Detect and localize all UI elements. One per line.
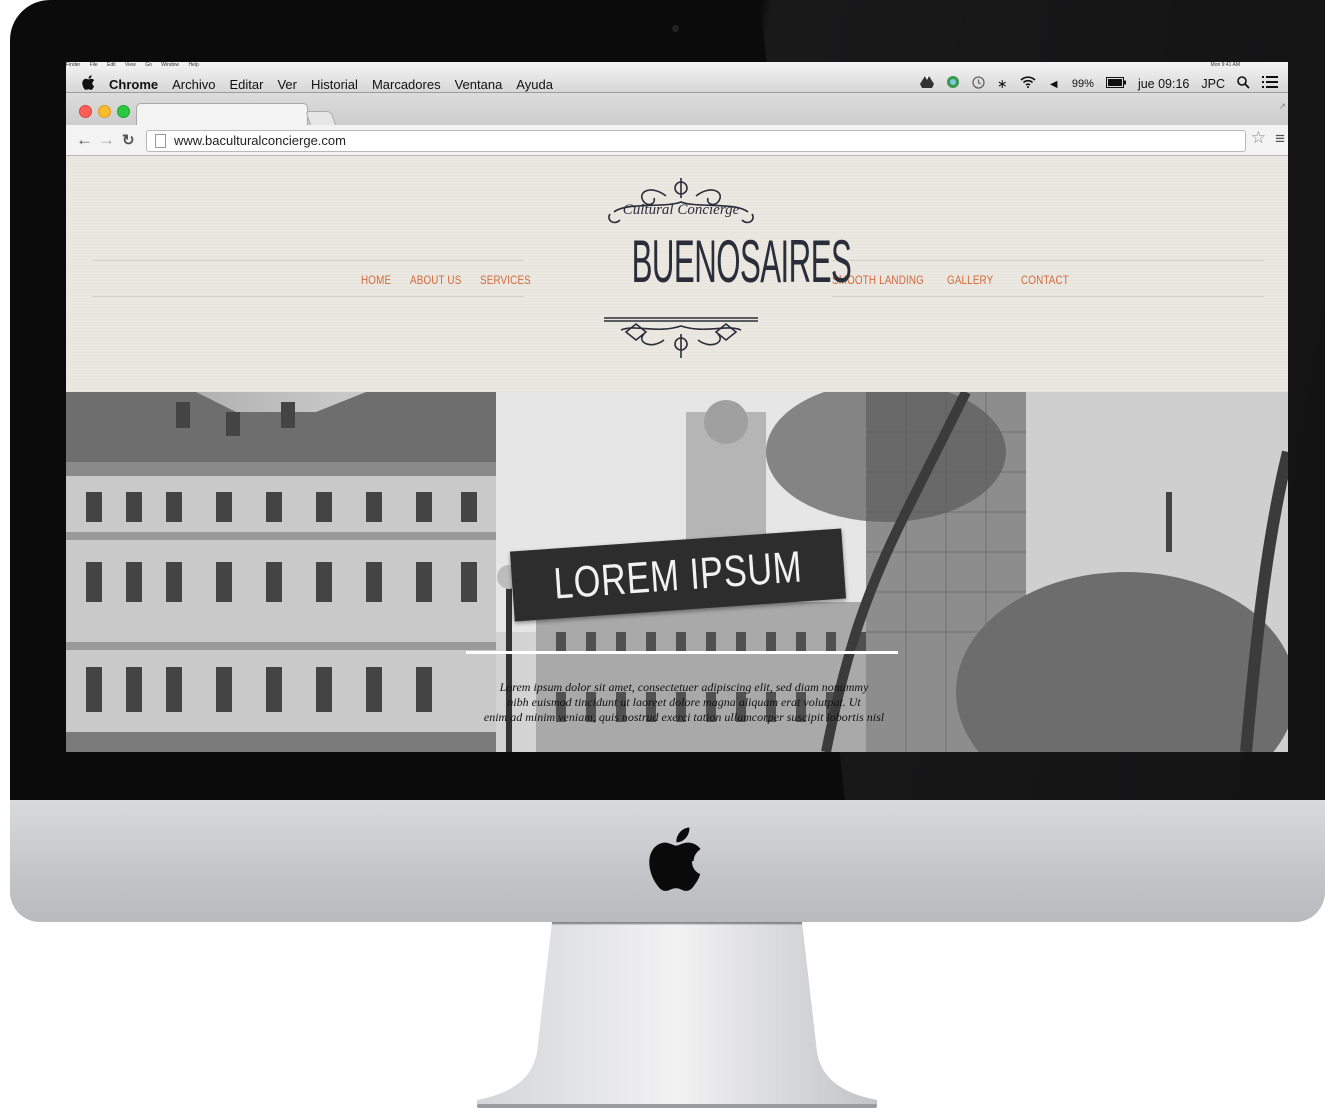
camera-dot xyxy=(672,25,679,32)
hero-text-line: Lorem ipsum dolor sit amet, consectetuer… xyxy=(499,680,869,694)
ghost-menu-item: Finder xyxy=(66,62,81,68)
apple-menu-icon[interactable] xyxy=(82,75,95,93)
nav-gallery[interactable]: GALLERY xyxy=(947,273,993,287)
minimize-window-icon[interactable] xyxy=(98,105,111,118)
nav-services[interactable]: SERVICES xyxy=(480,273,531,287)
divider-rule xyxy=(832,260,1264,261)
ghost-menu-item: Help xyxy=(188,62,199,68)
menu-editar[interactable]: Editar xyxy=(229,77,263,92)
ghost-menu-item: Edit xyxy=(107,62,116,68)
bookmark-star-icon[interactable]: ☆ xyxy=(1251,128,1266,148)
ghost-menubar: Finder File Edit View Go Window Help Mon… xyxy=(66,62,1288,70)
ghost-menu-item: Go xyxy=(145,62,152,68)
screen: Finder File Edit View Go Window Help Mon… xyxy=(66,62,1288,752)
wifi-icon[interactable] xyxy=(1019,76,1036,91)
menu-marcadores[interactable]: Marcadores xyxy=(372,77,441,92)
url-text: www.baculturalconcierge.com xyxy=(174,133,346,148)
address-bar[interactable]: www.baculturalconcierge.com xyxy=(146,130,1246,152)
menu-historial[interactable]: Historial xyxy=(311,77,358,92)
menu-ayuda[interactable]: Ayuda xyxy=(516,77,553,92)
time-machine-icon[interactable] xyxy=(972,75,985,92)
monitor-stand xyxy=(472,922,882,1109)
battery-percent: 99% xyxy=(1071,77,1094,90)
clock[interactable]: jue 09:16 xyxy=(1138,77,1189,91)
ghost-clock: Mon 9:41 AM xyxy=(1210,62,1240,68)
bluetooth-icon[interactable]: ∗ xyxy=(997,76,1007,91)
page-icon xyxy=(155,134,166,148)
ghost-menu-item: File xyxy=(89,62,98,68)
menu-app-name[interactable]: Chrome xyxy=(109,77,158,92)
hero-section: LOREM IPSUM Lorem ipsum dolor sit amet, … xyxy=(66,392,1288,752)
window-controls xyxy=(79,105,130,118)
browser-tabstrip: ↗ xyxy=(66,93,1288,128)
battery-icon[interactable] xyxy=(1105,76,1126,91)
divider-rule xyxy=(832,296,1264,297)
logo-title-text: BUENOSAIRES xyxy=(631,228,852,295)
site-header: HOME ABOUT US SERVICES SMOOTH LANDING GA… xyxy=(66,156,1288,393)
chrome-menu-icon[interactable]: ≡ xyxy=(1275,129,1285,149)
menu-ventana[interactable]: Ventana xyxy=(455,77,503,92)
menu-archivo[interactable]: Archivo xyxy=(172,77,215,92)
volume-icon[interactable]: ◄ xyxy=(1048,77,1060,91)
mac-menubar: Finder File Edit View Go Window Help Mon… xyxy=(66,62,1288,93)
nav-contact[interactable]: CONTACT xyxy=(1021,273,1069,287)
divider-rule xyxy=(92,260,524,261)
menu-ver[interactable]: Ver xyxy=(277,77,297,92)
close-window-icon[interactable] xyxy=(79,105,92,118)
nav-home[interactable]: HOME xyxy=(361,273,391,287)
ghost-menu-item: View xyxy=(125,62,136,68)
sync-icon[interactable] xyxy=(946,75,960,92)
fullscreen-icon[interactable]: ↗ xyxy=(1278,101,1286,112)
hero-divider xyxy=(466,651,898,654)
ghost-menu-item: Window xyxy=(161,62,180,68)
site-logo[interactable]: Cultural Concierge BUENOSAIRES xyxy=(596,174,852,364)
google-drive-icon[interactable] xyxy=(920,76,935,91)
hero-text-line: nibh euismod tincidunt ut laoreet dolore… xyxy=(507,695,861,709)
zoom-window-icon[interactable] xyxy=(117,105,130,118)
reload-icon[interactable]: ↻ xyxy=(122,131,135,149)
divider-rule xyxy=(92,296,524,297)
apple-logo-icon xyxy=(648,826,704,892)
back-arrow-icon[interactable]: ← xyxy=(76,130,93,150)
browser-toolbar: ← → ↻ www.baculturalconcierge.com ☆ ≡ xyxy=(66,125,1288,156)
hero-description: Lorem ipsum dolor sit amet, consectetuer… xyxy=(444,680,924,725)
nav-about-us[interactable]: ABOUT US xyxy=(410,273,461,287)
logo-script-text: Cultural Concierge xyxy=(622,202,740,218)
forward-arrow-icon[interactable]: → xyxy=(98,130,115,150)
user-name[interactable]: JPC xyxy=(1201,77,1225,91)
hero-text-line: enim ad minim veniam, quis nostrud exerc… xyxy=(483,710,885,724)
notification-center-icon[interactable] xyxy=(1262,76,1278,91)
spotlight-search-icon[interactable] xyxy=(1237,75,1250,92)
